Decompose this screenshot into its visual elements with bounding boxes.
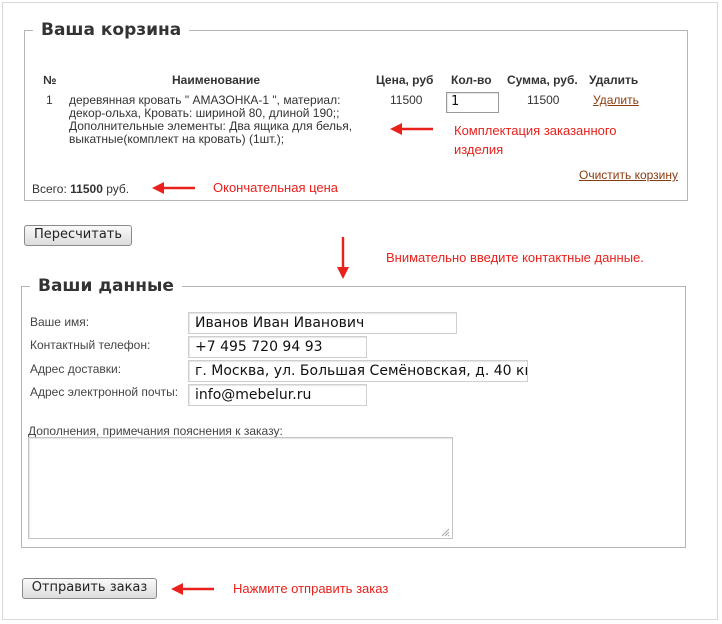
col-header-qty: Кол-во — [451, 73, 492, 87]
phone-input[interactable]: +7 495 720 94 93 — [188, 336, 367, 358]
arrow-left-icon — [390, 123, 433, 135]
item-name-line: выкатные(комплект на кровать) (1шт.); — [69, 132, 285, 146]
item-price: 11500 — [390, 93, 423, 107]
item-qty-input[interactable]: 1 — [446, 92, 499, 113]
total-label: Всего: — [32, 182, 67, 196]
annotation-final-price: Окончательная цена — [213, 180, 339, 195]
arrow-left-icon — [152, 182, 195, 194]
item-name: деревянная кровать " АМАЗОНКА-1 ", матер… — [69, 94, 369, 146]
col-header-num: № — [43, 73, 57, 87]
cart-title: Ваша корзина — [33, 20, 190, 40]
name-label: Ваше имя: — [30, 315, 90, 329]
col-header-name: Наименование — [172, 73, 261, 87]
annotation-press-submit: Нажмите отправить заказ — [233, 581, 389, 596]
clear-cart-link[interactable]: Очистить корзину — [579, 168, 678, 182]
col-header-delete: Удалить — [589, 73, 639, 87]
notes-label: Дополнения, примечания пояснения к заказ… — [28, 424, 283, 438]
submit-order-button[interactable]: Отправить заказ — [22, 578, 157, 599]
email-input[interactable]: info@mebelur.ru — [188, 384, 367, 406]
annotation-configuration-line1: Комплектация заказанного — [454, 123, 617, 138]
col-header-price: Цена, руб — [376, 73, 434, 87]
total-value: 11500 — [70, 182, 103, 196]
recalculate-button[interactable]: Пересчитать — [24, 225, 132, 246]
delete-item-link[interactable]: Удалить — [593, 93, 639, 107]
annotation-enter-contacts: Внимательно введите контактные данные. — [386, 250, 644, 265]
address-input[interactable]: г. Москва, ул. Большая Семёновская, д. 4… — [188, 360, 528, 382]
col-header-sum: Сумма, руб. — [507, 73, 578, 87]
address-label: Адрес доставки: — [30, 362, 122, 376]
item-sum: 11500 — [527, 93, 560, 107]
item-num: 1 — [46, 93, 53, 107]
notes-textarea[interactable] — [28, 437, 453, 539]
total-currency: руб. — [106, 182, 130, 196]
annotation-configuration-line2: изделия — [454, 142, 504, 157]
arrow-left-icon — [171, 583, 214, 595]
annotation-configuration: Комплектация заказанного изделия — [454, 121, 617, 159]
resize-grip-icon[interactable] — [440, 527, 450, 537]
cart-total: Всего: 11500 руб. — [32, 182, 129, 196]
contacts-title: Ваши данные — [30, 276, 182, 296]
arrow-down-icon — [337, 237, 349, 279]
email-label: Адрес электронной почты: — [30, 385, 179, 399]
phone-label: Контактный телефон: — [30, 338, 151, 352]
name-input[interactable]: Иванов Иван Иванович — [188, 312, 457, 334]
